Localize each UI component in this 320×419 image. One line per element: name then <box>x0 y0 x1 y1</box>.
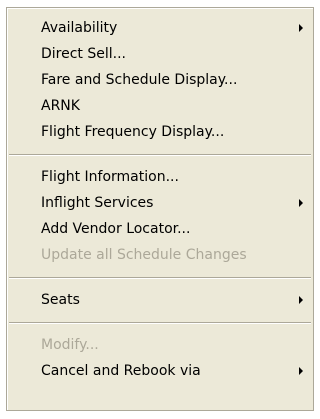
menu-item-update-all-schedule-changes: Update all Schedule Changes <box>7 242 313 268</box>
menu-item-arnk[interactable]: ARNK <box>7 93 313 119</box>
menu-item-seats[interactable]: Seats <box>7 287 313 313</box>
menu-item-label: ARNK <box>41 98 80 114</box>
menu-item-label: Update all Schedule Changes <box>41 247 247 263</box>
menu-item-label: Add Vendor Locator... <box>41 221 191 237</box>
menu-item-label: Inflight Services <box>41 195 154 211</box>
menu-item-label: Cancel and Rebook via <box>41 363 201 379</box>
menu-item-label: Flight Frequency Display... <box>41 124 225 140</box>
menu-item-add-vendor-locator[interactable]: Add Vendor Locator... <box>7 216 313 242</box>
submenu-arrow-icon <box>299 296 303 304</box>
menu-item-availability[interactable]: Availability <box>7 15 313 41</box>
menu-separator <box>9 154 311 156</box>
menu-item-fare-and-schedule-display[interactable]: Fare and Schedule Display... <box>7 67 313 93</box>
submenu-arrow-icon <box>299 199 303 207</box>
menu-separator <box>9 322 311 324</box>
menu-item-label: Flight Information... <box>41 169 179 185</box>
menu-item-direct-sell[interactable]: Direct Sell... <box>7 41 313 67</box>
menu-item-inflight-services[interactable]: Inflight Services <box>7 190 313 216</box>
menu-item-label: Direct Sell... <box>41 46 126 62</box>
menu-item-label: Seats <box>41 292 80 308</box>
menu-separator <box>9 277 311 279</box>
menu-item-label: Availability <box>41 20 118 36</box>
menu-item-cancel-and-rebook-via[interactable]: Cancel and Rebook via <box>7 358 313 384</box>
submenu-arrow-icon <box>299 24 303 32</box>
menu-item-modify: Modify... <box>7 332 313 358</box>
context-menu: Availability Direct Sell... Fare and Sch… <box>6 7 314 411</box>
submenu-arrow-icon <box>299 367 303 375</box>
menu-item-flight-frequency-display[interactable]: Flight Frequency Display... <box>7 119 313 145</box>
menu-item-label: Modify... <box>41 337 99 353</box>
menu-item-label: Fare and Schedule Display... <box>41 72 238 88</box>
menu-item-flight-information[interactable]: Flight Information... <box>7 164 313 190</box>
